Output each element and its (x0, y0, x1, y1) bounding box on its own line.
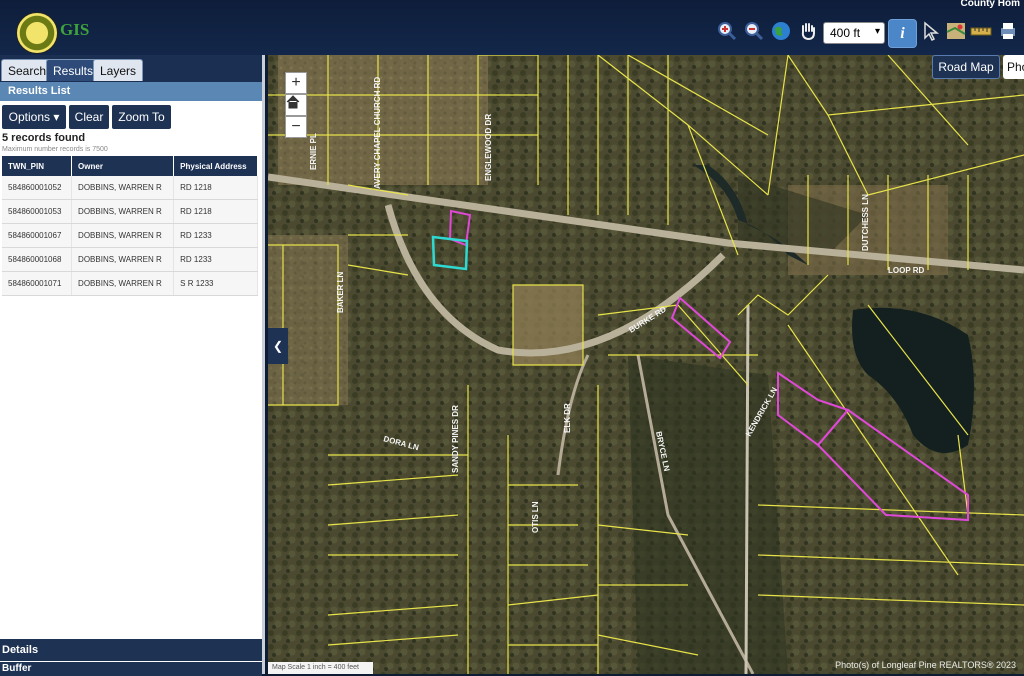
table-row[interactable]: 584860001053 DOBBINS, WARREN R RD 1218 (2, 199, 258, 224)
print-icon[interactable] (997, 20, 1019, 42)
zoom-out-icon[interactable] (743, 20, 765, 42)
zoom-to-button[interactable]: Zoom To (112, 105, 171, 129)
cell-address: RD 1233 (173, 247, 258, 272)
app-name: GIS (60, 20, 90, 39)
cell-twn-pin: 584860001052 (2, 176, 73, 200)
road-label-otis: OTIS LN (531, 501, 540, 533)
photo-copyright: Photo(s) of Longleaf Pine REALTORS® 2023 (835, 660, 1016, 670)
cell-address: RD 1233 (173, 223, 258, 248)
cell-address: RD 1218 (173, 199, 258, 224)
road-label-englewood: ENGLEWOOD DR (484, 114, 493, 181)
cell-twn-pin: 584860001071 (2, 271, 73, 296)
column-header-physical-address[interactable]: Physical Address (173, 156, 258, 176)
details-panel-header[interactable]: Details (0, 639, 262, 661)
collapse-panel-icon[interactable]: ❮ (268, 328, 288, 364)
chevron-down-icon: ▾ (874, 26, 880, 37)
zoom-scale-value: 400 ft (830, 26, 861, 40)
results-table: TWN_PIN Owner Physical Address 584860001… (2, 156, 258, 296)
left-panel: Search Results Layers Results List Optio… (0, 55, 265, 676)
home-icon[interactable] (285, 94, 307, 116)
identify-info-icon[interactable]: i (888, 19, 917, 48)
cell-twn-pin: 584860001068 (2, 247, 73, 272)
road-map-button[interactable]: Road Map (932, 55, 1000, 79)
select-arrow-icon[interactable] (920, 20, 942, 42)
road-label-sandy: SANDY PINES DR (451, 405, 460, 473)
road-label-elk: ELK DR (563, 403, 572, 433)
max-records-note: Maximum number records is 7500 (2, 146, 108, 153)
aerial-imagery-layer: ERNIE PL AVERY CHAPEL CHURCH RD ENGLEWOO… (268, 55, 1024, 674)
map-layers-icon[interactable] (945, 20, 967, 42)
tab-results[interactable]: Results (46, 59, 101, 81)
photo-basemap-button[interactable]: Pho (1003, 55, 1024, 79)
records-found-count: 5 records found (2, 132, 86, 144)
road-label-loop: LOOP RD (888, 266, 925, 275)
results-list-title: Results List (0, 82, 265, 101)
cell-owner: DOBBINS, WARREN R (71, 223, 175, 248)
panel-scrollbar[interactable] (262, 55, 265, 674)
map-zoom-in-button[interactable]: + (285, 72, 307, 94)
cell-owner: DOBBINS, WARREN R (71, 247, 175, 272)
tab-layers[interactable]: Layers (93, 59, 144, 81)
cell-twn-pin: 584860001067 (2, 223, 73, 248)
road-label-baker: BAKER LN (336, 271, 345, 313)
column-header-owner[interactable]: Owner (71, 156, 175, 176)
column-header-twn-pin[interactable]: TWN_PIN (2, 156, 73, 176)
panel-tabs: Search Results Layers (0, 55, 265, 82)
table-row[interactable]: 584860001052 DOBBINS, WARREN R RD 1218 (2, 176, 258, 200)
map-zoom-out-button[interactable]: − (285, 116, 307, 138)
road-label-dutchess: DUTCHESS LN (861, 194, 870, 251)
table-header-row: TWN_PIN Owner Physical Address (2, 156, 258, 176)
cell-twn-pin: 584860001053 (2, 199, 73, 224)
cell-address: S R 1233 (173, 271, 258, 296)
aerial-map-view[interactable]: ERNIE PL AVERY CHAPEL CHURCH RD ENGLEWOO… (268, 55, 1024, 674)
cell-owner: DOBBINS, WARREN R (71, 271, 175, 296)
table-row[interactable]: 584860001068 DOBBINS, WARREN R RD 1233 (2, 247, 258, 272)
cell-owner: DOBBINS, WARREN R (71, 199, 175, 224)
top-toolbar: GIS County Hom 400 ft ▾ i (0, 0, 1024, 55)
pan-hand-icon[interactable] (797, 20, 819, 42)
cell-owner: DOBBINS, WARREN R (71, 176, 175, 200)
zoom-in-icon[interactable] (716, 20, 738, 42)
options-button[interactable]: Options ▾ (2, 105, 66, 129)
road-label-avery: AVERY CHAPEL CHURCH RD (373, 77, 382, 189)
measure-ruler-icon[interactable] (970, 20, 992, 42)
road-label-ernie: ERNIE PL (309, 133, 318, 170)
clear-button[interactable]: Clear (69, 105, 109, 129)
cell-address: RD 1218 (173, 176, 258, 200)
map-scale-text: Map Scale 1 inch = 400 feet (268, 662, 373, 674)
globe-full-extent-icon[interactable] (770, 20, 792, 42)
county-seal-logo (16, 12, 58, 54)
table-row[interactable]: 584860001067 DOBBINS, WARREN R RD 1233 (2, 223, 258, 248)
zoom-scale-select[interactable]: 400 ft ▾ (823, 22, 885, 44)
county-home-link[interactable]: County Hom (961, 0, 1020, 9)
table-row[interactable]: 584860001071 DOBBINS, WARREN R S R 1233 (2, 271, 258, 296)
